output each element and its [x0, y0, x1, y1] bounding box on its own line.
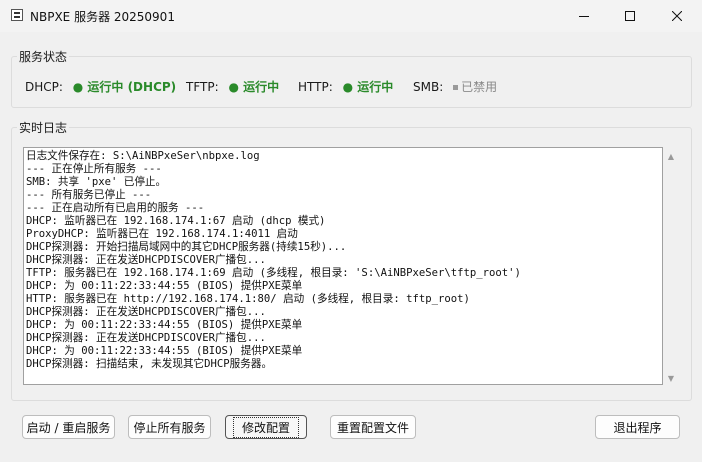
scroll-down-icon[interactable]: ▼ [666, 373, 676, 383]
stop-all-button[interactable]: 停止所有服务 [128, 415, 211, 439]
disabled-square-icon [453, 85, 459, 90]
log-line: ProxyDHCP: 监听器已在 192.168.174.1:4011 启动 [26, 228, 298, 240]
start-restart-button[interactable]: 启动 / 重启服务 [22, 415, 115, 439]
log-line: TFTP: 服务器已在 192.168.174.1:69 启动 (多线程, 根目… [26, 267, 521, 279]
log-line: DHCP探测器: 正在发送DHCPDISCOVER广播包... [26, 254, 266, 266]
reset-config-button[interactable]: 重置配置文件 [330, 415, 416, 439]
window-title: NBPXE 服务器 20250901 [30, 10, 175, 24]
smb-status: SMB: 已禁用 [413, 78, 497, 95]
smb-status-value-wrap: 已禁用 [453, 80, 497, 94]
log-line: SMB: 共享 'pxe' 已停止。 [26, 176, 167, 188]
maximize-button[interactable] [607, 0, 653, 32]
log-line: 日志文件保存在: S:\AiNBPxeSer\nbpxe.log [26, 150, 260, 162]
close-button[interactable] [654, 0, 700, 32]
log-line: DHCP: 为 00:11:22:33:44:55 (BIOS) 提供PXE菜单 [26, 319, 303, 331]
dhcp-status-value: ● 运行中 (DHCP) [72, 80, 177, 94]
minimize-button[interactable] [561, 0, 607, 32]
log-line: DHCP探测器: 正在发送DHCPDISCOVER广播包... [26, 332, 266, 344]
tftp-status-value: ● 运行中 [228, 80, 280, 94]
minimize-icon [579, 16, 589, 17]
http-status-value: ● 运行中 [342, 80, 394, 94]
log-line: --- 正在启动所有已启用的服务 --- [26, 202, 205, 214]
close-icon [672, 11, 682, 21]
dhcp-status: DHCP: ● 运行中 (DHCP) [25, 78, 176, 95]
title-bar: NBPXE 服务器 20250901 [0, 0, 702, 32]
service-status-label: 服务状态 [17, 48, 70, 65]
smb-status-value: 已禁用 [461, 80, 498, 94]
tftp-status: TFTP: ● 运行中 [186, 78, 279, 95]
log-line: DHCP探测器: 扫描结束, 未发现其它DHCP服务器。 [26, 358, 273, 370]
app-icon [11, 9, 23, 21]
http-status: HTTP: ● 运行中 [298, 78, 393, 95]
smb-status-name: SMB: [413, 80, 444, 94]
dhcp-status-name: DHCP: [25, 80, 63, 94]
log-line: DHCP探测器: 正在发送DHCPDISCOVER广播包... [26, 306, 266, 318]
modify-config-label: 修改配置 [232, 416, 299, 438]
log-group-label: 实时日志 [17, 119, 70, 136]
log-line: DHCP: 为 00:11:22:33:44:55 (BIOS) 提供PXE菜单 [26, 280, 303, 292]
log-line: DHCP: 为 00:11:22:33:44:55 (BIOS) 提供PXE菜单 [26, 345, 303, 357]
http-status-name: HTTP: [298, 80, 333, 94]
maximize-icon [625, 11, 635, 21]
log-line: DHCP: 监听器已在 192.168.174.1:67 启动 (dhcp 模式… [26, 215, 326, 227]
log-line: HTTP: 服务器已在 http://192.168.174.1:80/ 启动 … [26, 293, 470, 305]
scroll-up-icon[interactable]: ▲ [666, 151, 676, 161]
log-line: DHCP探测器: 开始扫描局域网中的其它DHCP服务器(持续15秒)... [26, 241, 347, 253]
tftp-status-name: TFTP: [186, 80, 219, 94]
log-textarea[interactable]: 日志文件保存在: S:\AiNBPxeSer\nbpxe.log --- 正在停止… [23, 147, 663, 385]
modify-config-button[interactable]: 修改配置 [225, 415, 307, 439]
log-line: --- 所有服务已停止 --- [26, 189, 152, 201]
exit-button[interactable]: 退出程序 [595, 415, 680, 439]
log-line: --- 正在停止所有服务 --- [26, 163, 162, 175]
